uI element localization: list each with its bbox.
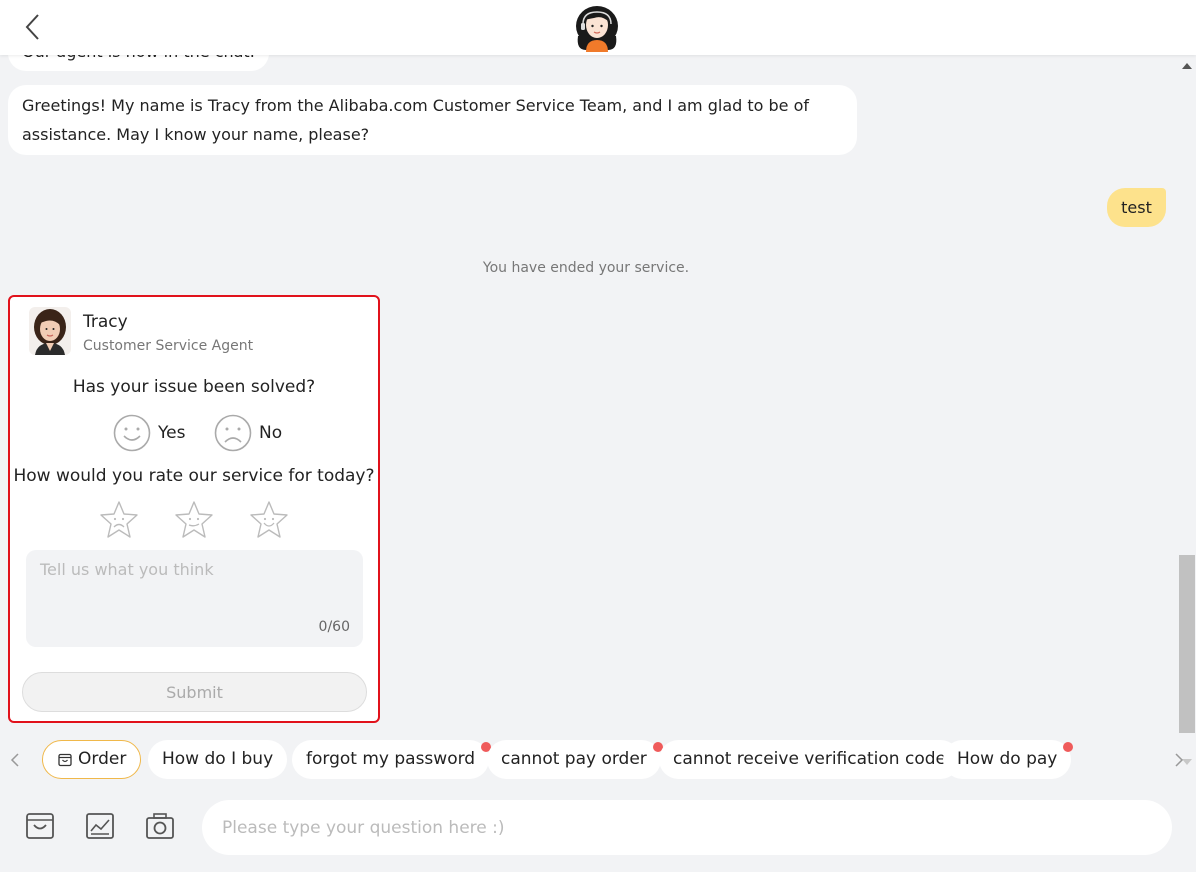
agent-greeting-message: Greetings! My name is Tracy from the Ali…: [8, 85, 857, 155]
system-note: You have ended your service.: [482, 260, 690, 276]
order-tool-button[interactable]: [24, 810, 56, 842]
quick-reply-chip[interactable]: How do I buy: [148, 740, 288, 779]
chat-area: Our agent is now in the chat. Greetings!…: [0, 55, 1180, 735]
smile-face-icon: [113, 414, 151, 452]
chevron-left-icon: [25, 14, 39, 40]
chat-scrollbar[interactable]: [1178, 55, 1196, 773]
rating-3-button[interactable]: [248, 499, 290, 541]
top-bar: [0, 0, 1196, 55]
agent-name: Tracy: [83, 312, 128, 332]
chips-scroll-left-button[interactable]: [8, 751, 22, 769]
quick-reply-label: forgot my password: [306, 749, 476, 769]
agent-joined-message: Our agent is now in the chat.: [8, 55, 269, 71]
quick-reply-chip[interactable]: cannot pay order: [487, 740, 663, 779]
neutral-star-icon: [175, 501, 213, 538]
order-chip[interactable]: Order: [42, 740, 142, 779]
happy-star-icon: [250, 501, 288, 538]
sad-star-icon: [100, 501, 138, 538]
user-message: test: [1107, 188, 1166, 227]
solved-no-option[interactable]: No: [213, 413, 282, 453]
satisfaction-survey-card: Tracy Customer Service Agent Has your is…: [8, 295, 380, 723]
chevron-left-icon: [10, 753, 19, 767]
issue-solved-question: Has your issue been solved?: [72, 377, 316, 397]
image-tool-button[interactable]: [84, 810, 116, 842]
back-button[interactable]: [20, 10, 48, 44]
order-icon: [58, 753, 72, 766]
yes-label: Yes: [158, 423, 186, 443]
agent-avatar: [29, 307, 71, 355]
rating-2-button[interactable]: [173, 499, 215, 541]
quick-reply-label: cannot receive verification code: [673, 749, 946, 769]
message-input[interactable]: [202, 800, 1172, 855]
quick-reply-label: How do I buy: [162, 749, 274, 769]
chevron-right-icon: [1175, 753, 1184, 767]
rating-1-button[interactable]: [98, 499, 140, 541]
quick-reply-label: How do pay: [957, 749, 1058, 769]
solved-yes-option[interactable]: Yes: [112, 413, 185, 453]
sad-face-icon: [214, 414, 252, 452]
support-agent-avatar: [572, 4, 622, 52]
camera-tool-button[interactable]: [144, 810, 176, 842]
rate-service-question: How would you rate our service for today…: [13, 466, 375, 486]
quick-reply-label: cannot pay order: [501, 749, 647, 769]
no-label: No: [259, 423, 283, 443]
order-chip-label: Order: [78, 749, 127, 769]
character-counter: 0/60: [318, 619, 350, 635]
camera-icon: [146, 813, 174, 839]
composer-bar: [0, 790, 1196, 872]
chips-scroll-right-button[interactable]: [1172, 751, 1186, 769]
scroll-thumb[interactable]: [1179, 555, 1195, 733]
submit-button[interactable]: Submit: [22, 672, 367, 712]
agent-role: Customer Service Agent: [83, 338, 254, 354]
image-icon: [86, 813, 114, 839]
quick-reply-chip[interactable]: cannot receive verification code: [659, 740, 962, 779]
notification-dot: [1063, 742, 1074, 752]
order-icon: [26, 813, 54, 839]
quick-replies-row: Order How do I buy forgot my password ca…: [0, 740, 1196, 780]
scroll-up-arrow-icon[interactable]: [1182, 63, 1192, 69]
quick-reply-chip[interactable]: forgot my password: [292, 740, 492, 779]
quick-reply-chip[interactable]: How do pay: [943, 740, 1074, 779]
